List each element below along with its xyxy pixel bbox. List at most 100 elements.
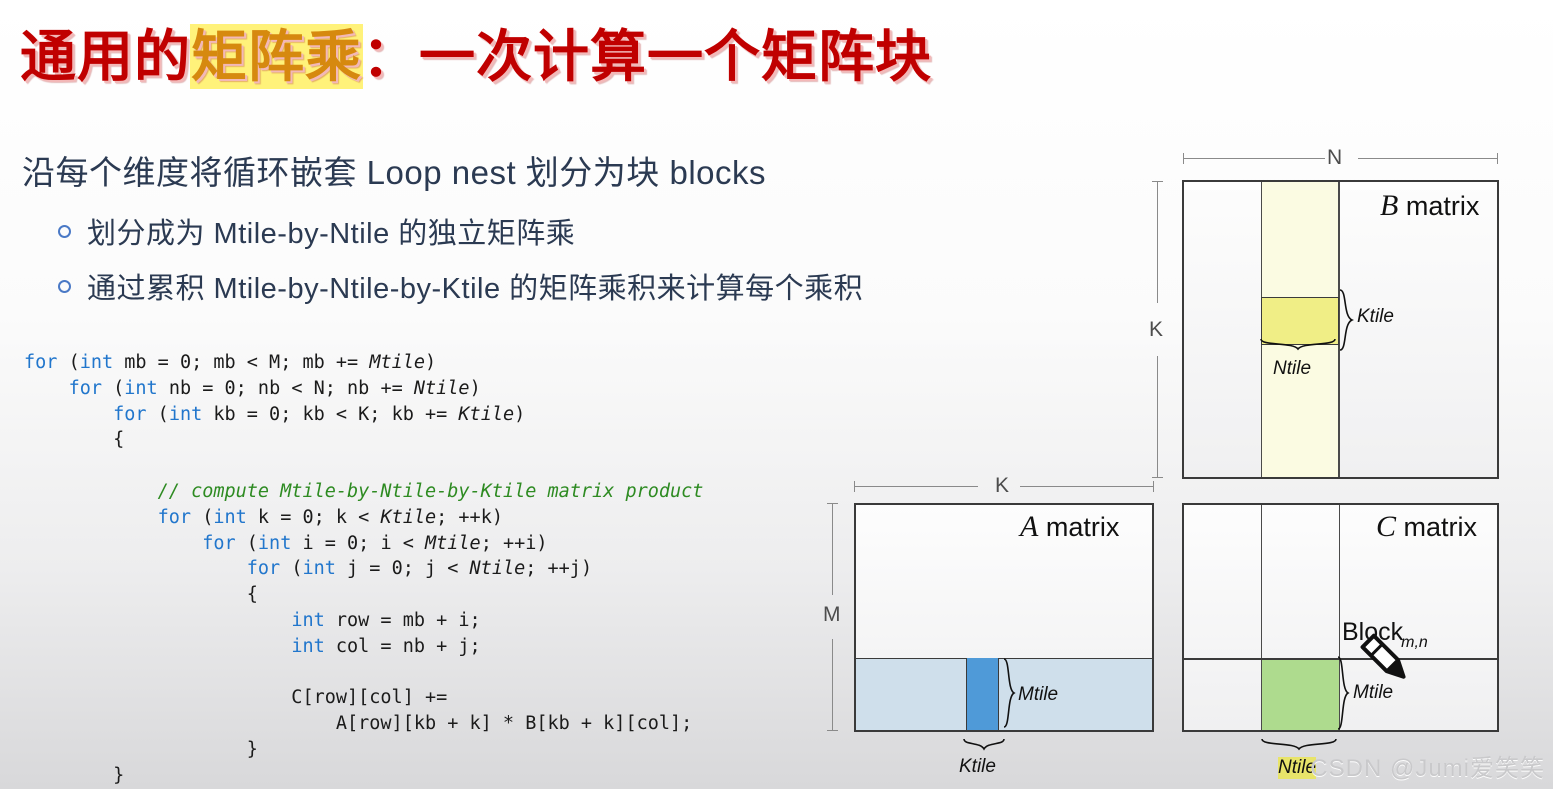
- code-token: int: [291, 609, 325, 631]
- code-token: }: [24, 764, 125, 786]
- bullet-item-1: 划分成为 Mtile-by-Ntile 的独立矩阵乘: [58, 210, 575, 252]
- bullet-label-2: 通过累积 Mtile-by-Ntile-by-Ktile 的矩阵乘积来计算每个乘…: [87, 273, 864, 305]
- code-line: for (int k = 0; k < Ktile; ++k): [24, 505, 703, 531]
- code-line: {: [24, 427, 703, 453]
- code-token: (: [68, 352, 80, 373]
- code-token: {: [24, 584, 258, 606]
- code-line: for (int nb = 0; nb < N; nb += Ntile): [24, 376, 703, 402]
- a-matrix-dim-m-label: M: [823, 603, 841, 626]
- code-token: int: [213, 506, 247, 528]
- code-line: }: [24, 737, 703, 763]
- c-matrix-title: C matrix: [1376, 510, 1477, 544]
- b-matrix-ntile-brace-icon: [1260, 338, 1336, 351]
- a-matrix-title: A matrix: [1020, 510, 1119, 544]
- code-token: Mtile: [369, 352, 426, 373]
- pencil-cursor-icon: [1360, 633, 1406, 679]
- code-token: int: [302, 558, 336, 580]
- code-token: k = 0; k <: [246, 506, 381, 528]
- code-line: for (int j = 0; j < Ntile; ++j): [24, 556, 703, 582]
- title-highlighted-text: 矩阵乘: [191, 25, 362, 88]
- code-token: }: [24, 738, 258, 760]
- code-token: for: [157, 506, 203, 528]
- bullet-circle-icon: [58, 279, 71, 293]
- code-token: ): [425, 352, 437, 373]
- b-matrix-word: matrix: [1405, 191, 1480, 221]
- code-token: ; ++k): [436, 506, 503, 528]
- code-token: (: [202, 506, 214, 528]
- code-token: int: [124, 377, 158, 399]
- title-part-after: ：一次计算一个矩阵块: [362, 25, 932, 88]
- code-token: C[row][col] +=: [24, 687, 448, 709]
- code-token: int: [291, 635, 325, 657]
- code-token: Ktile: [380, 506, 437, 528]
- code-line: {: [24, 582, 703, 608]
- a-matrix-ktile-label: Ktile: [959, 756, 996, 777]
- c-matrix-word: matrix: [1403, 512, 1478, 542]
- code-token: // compute Mtile-by-Ntile-by-Ktile matri…: [157, 480, 704, 502]
- b-matrix-dim-k-label: K: [1149, 318, 1164, 341]
- code-line: // compute Mtile-by-Ntile-by-Ktile matri…: [24, 479, 704, 505]
- code-line: C[row][col] +=: [24, 685, 703, 711]
- code-token: Ktile: [458, 403, 515, 425]
- title-part-before: 通用的: [20, 25, 191, 88]
- code-token: i = 0; i <: [291, 532, 425, 554]
- code-token: for: [24, 352, 69, 373]
- c-matrix-block-mn: [1262, 660, 1339, 730]
- code-line: A[row][kb + k] * B[kb + k][col];: [24, 711, 703, 737]
- code-line: for (int mb = 0; mb < M; mb += Mtile): [24, 350, 703, 376]
- b-matrix-ktile-label: Ktile: [1357, 306, 1394, 327]
- bullet-label-1: 划分成为 Mtile-by-Ntile 的独立矩阵乘: [87, 218, 576, 250]
- b-matrix-letter: B: [1380, 189, 1399, 222]
- code-token: (: [291, 558, 303, 580]
- a-matrix-mtile-label: Mtile: [1018, 684, 1059, 705]
- a-matrix-ktile-brace-icon: [963, 738, 1005, 751]
- code-token: {: [24, 429, 125, 451]
- code-token: ; ++j): [525, 558, 593, 580]
- code-line: for (int kb = 0; kb < K; kb += Ktile): [24, 402, 703, 428]
- c-matrix-letter: C: [1376, 510, 1397, 543]
- code-token: for: [68, 377, 114, 399]
- lead-paragraph: 沿每个维度将循环嵌套 Loop nest 划分为块 blocks: [22, 154, 766, 191]
- code-line: int col = nb + j;: [24, 634, 703, 660]
- code-token: ): [514, 403, 526, 425]
- b-matrix-dim-n-label: N: [1327, 146, 1343, 169]
- code-block: for (int mb = 0; mb < M; mb += Mtile) fo…: [24, 350, 703, 789]
- code-token: j = 0; j <: [335, 558, 470, 580]
- code-token: col = nb + j;: [324, 635, 481, 657]
- code-token: ; ++i): [480, 532, 548, 554]
- code-token: for: [113, 403, 158, 425]
- code-token: for: [202, 532, 247, 554]
- code-token: ): [469, 377, 481, 399]
- code-line: }: [24, 763, 703, 789]
- code-token: (: [157, 403, 169, 425]
- code-line: for (int i = 0; i < Mtile; ++i): [24, 531, 703, 557]
- code-token: (: [113, 377, 125, 399]
- watermark: CSDN @Jumi爱笑笑: [1310, 755, 1545, 782]
- code-token: int: [79, 352, 114, 373]
- a-matrix-ktile-block: [966, 658, 999, 730]
- a-matrix-word: matrix: [1045, 512, 1120, 542]
- code-token: for: [246, 558, 292, 580]
- a-matrix-dim-k-label: K: [995, 474, 1010, 497]
- code-token: Ntile: [469, 558, 526, 580]
- bullet-item-2: 通过累积 Mtile-by-Ntile-by-Ktile 的矩阵乘积来计算每个乘…: [58, 265, 863, 307]
- a-matrix-letter: A: [1020, 510, 1039, 543]
- a-matrix-mtile-brace-icon: [1003, 658, 1016, 728]
- b-matrix-title: B matrix: [1380, 189, 1479, 223]
- code-token: kb = 0; kb < K; kb +=: [202, 403, 459, 425]
- b-matrix-ntile-label: Ntile: [1273, 358, 1312, 379]
- c-matrix-mtile-brace-icon: [1337, 656, 1350, 730]
- code-token: Ntile: [413, 377, 470, 399]
- code-token: A[row][kb + k] * B[kb + k][col];: [24, 713, 693, 735]
- b-matrix-ktile-brace-icon: [1339, 289, 1354, 351]
- code-token: mb = 0; mb < M; mb +=: [113, 352, 370, 373]
